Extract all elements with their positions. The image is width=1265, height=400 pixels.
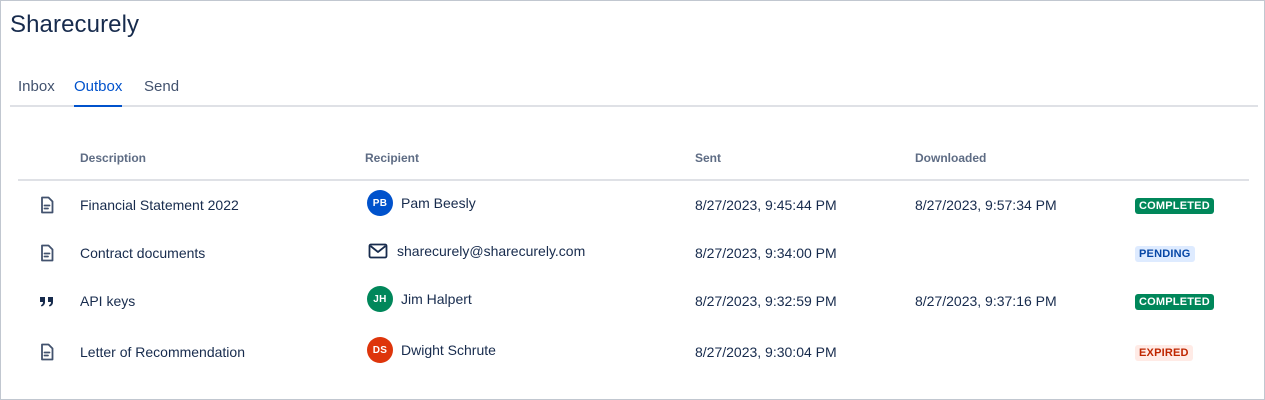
row-downloaded-date: 8/27/2023, 9:57:34 PM <box>915 197 1057 213</box>
row-sent-date: 8/27/2023, 9:30:04 PM <box>695 344 837 360</box>
column-header-downloaded[interactable]: Downloaded <box>915 151 986 165</box>
row-description: Financial Statement 2022 <box>80 197 239 213</box>
row-sent-date: 8/27/2023, 9:34:00 PM <box>695 245 837 261</box>
recipient-name: Jim Halpert <box>401 291 472 307</box>
quote-icon <box>38 292 56 310</box>
app-window: Sharecurely Inbox Outbox Send Descriptio… <box>0 0 1265 400</box>
table-header: Description Recipient Sent Downloaded <box>18 141 1249 181</box>
table-row[interactable]: Letter of Recommendation DS Dwight Schru… <box>18 325 1249 379</box>
column-header-sent[interactable]: Sent <box>695 151 721 165</box>
row-downloaded-date: 8/27/2023, 9:37:16 PM <box>915 293 1057 309</box>
row-description: API keys <box>80 293 136 309</box>
row-sent-date: 8/27/2023, 9:45:44 PM <box>695 197 837 213</box>
recipient-name: Dwight Schrute <box>401 342 496 358</box>
tab-bar: Inbox Outbox Send <box>10 77 1258 107</box>
row-sent-date: 8/27/2023, 9:32:59 PM <box>695 293 837 309</box>
status-badge: PENDING <box>1135 246 1195 262</box>
table-row[interactable]: API keys JH Jim Halpert 8/27/2023, 9:32:… <box>18 277 1249 325</box>
row-description: Contract documents <box>80 245 206 261</box>
column-header-description[interactable]: Description <box>80 151 146 165</box>
status-badge: EXPIRED <box>1135 345 1193 361</box>
row-recipient: DS Dwight Schrute <box>367 337 496 363</box>
row-status: PENDING <box>1135 244 1195 262</box>
row-status: EXPIRED <box>1135 343 1193 361</box>
status-badge: COMPLETED <box>1135 198 1214 214</box>
table-row[interactable]: Contract documents sharecurely@sharecure… <box>18 229 1249 277</box>
row-description: Letter of Recommendation <box>80 344 245 360</box>
table-row[interactable]: Financial Statement 2022 PB Pam Beesly 8… <box>18 181 1249 229</box>
app-title: Sharecurely <box>10 11 140 38</box>
document-icon <box>38 343 56 361</box>
recipient-name: Pam Beesly <box>401 195 476 211</box>
recipient-email: sharecurely@sharecurely.com <box>397 243 586 259</box>
document-icon <box>38 244 56 262</box>
status-badge: COMPLETED <box>1135 294 1214 310</box>
column-header-recipient[interactable]: Recipient <box>365 151 419 165</box>
row-status: COMPLETED <box>1135 196 1214 214</box>
row-recipient: JH Jim Halpert <box>367 286 472 312</box>
document-icon <box>38 196 56 214</box>
tab-outbox[interactable]: Outbox <box>74 77 123 107</box>
tab-inbox[interactable]: Inbox <box>18 77 55 105</box>
tab-send[interactable]: Send <box>144 77 179 105</box>
outbox-table: Description Recipient Sent Downloaded Fi… <box>18 141 1249 379</box>
row-recipient: sharecurely@sharecurely.com <box>367 240 585 262</box>
row-recipient: PB Pam Beesly <box>367 190 476 216</box>
row-status: COMPLETED <box>1135 292 1214 310</box>
avatar: JH <box>367 286 393 312</box>
avatar: DS <box>367 337 393 363</box>
mail-icon <box>367 240 389 262</box>
avatar: PB <box>367 190 393 216</box>
